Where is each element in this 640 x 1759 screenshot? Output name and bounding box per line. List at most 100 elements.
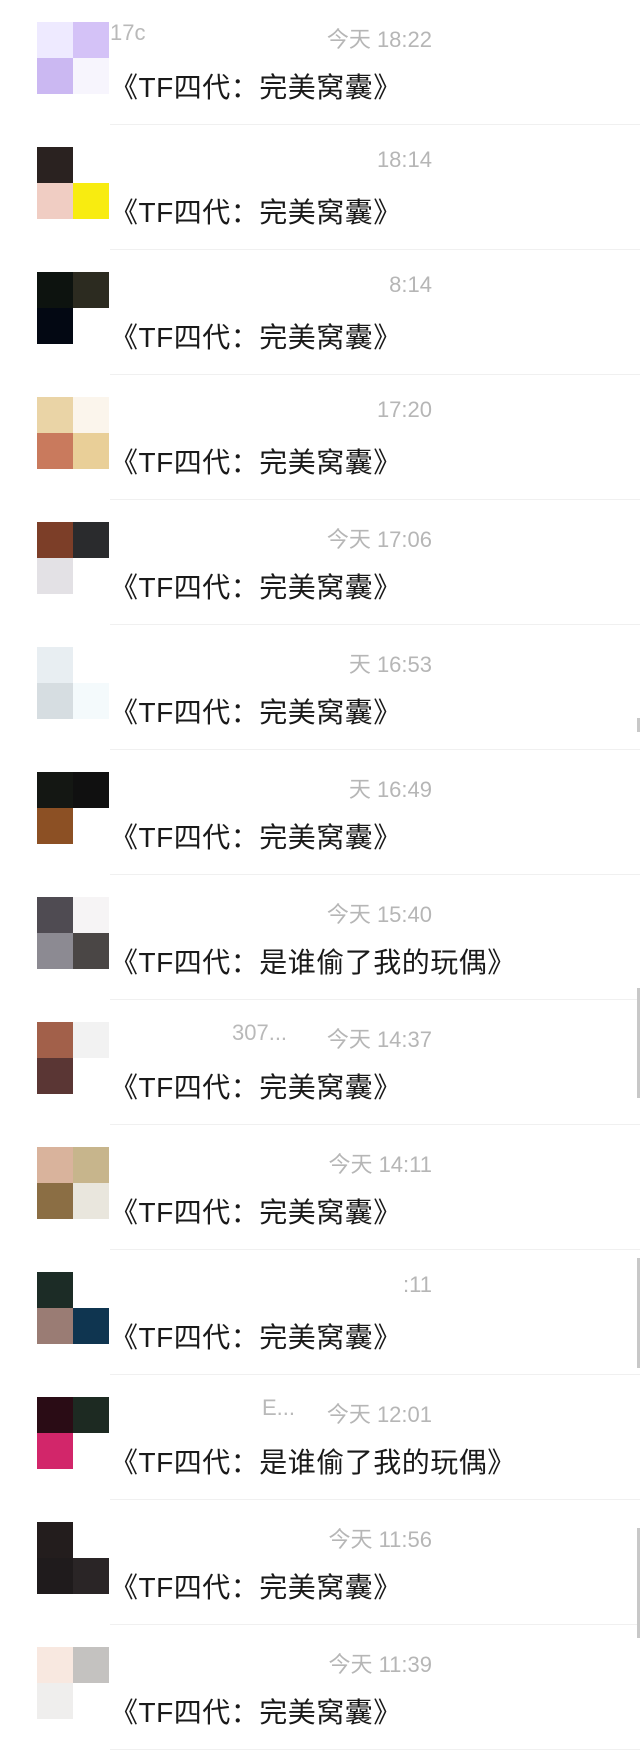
avatar-tile — [37, 1308, 73, 1344]
avatar-tile — [37, 1558, 73, 1594]
avatar-tile — [37, 933, 73, 969]
avatar-tile — [73, 58, 109, 94]
avatar-tile — [73, 1522, 109, 1558]
avatar[interactable] — [37, 272, 109, 344]
conversation-item[interactable]: 天 16:49 《TF四代：完美窝囊》 — [0, 750, 640, 875]
message-preview: 《TF四代：是谁偷了我的玩偶》 — [110, 1447, 516, 1478]
conversation-item[interactable]: 307... 今天 14:37 《TF四代：完美窝囊》 — [0, 1000, 640, 1125]
avatar-tile — [73, 1183, 109, 1219]
avatar[interactable] — [37, 1522, 109, 1594]
avatar-tile — [37, 1272, 73, 1308]
avatar[interactable] — [37, 647, 109, 719]
avatar-tile — [37, 558, 73, 594]
avatar-tile — [73, 1433, 109, 1469]
avatar-tile — [37, 808, 73, 844]
conversation-item[interactable]: 17c 今天 18:22 《TF四代：完美窝囊》 — [0, 0, 640, 125]
avatar-tile — [37, 272, 73, 308]
conversation-item[interactable]: 今天 14:11 《TF四代：完美窝囊》 — [0, 1125, 640, 1250]
conversation-item[interactable]: 今天 11:56 《TF四代：完美窝囊》 — [0, 1500, 640, 1625]
message-time: 今天 15:40 — [326, 902, 432, 927]
avatar-tile — [37, 1683, 73, 1719]
conversation-item[interactable]: 今天 15:40 《TF四代：是谁偷了我的玩偶》 — [0, 875, 640, 1000]
avatar-tile — [37, 58, 73, 94]
conversation-item[interactable]: 17:20 《TF四代：完美窝囊》 — [0, 375, 640, 500]
avatar-tile — [37, 1183, 73, 1219]
avatar[interactable] — [37, 1272, 109, 1344]
message-time: 今天 12:01 — [326, 1402, 432, 1427]
avatar-tile — [73, 933, 109, 969]
avatar[interactable] — [37, 772, 109, 844]
avatar[interactable] — [37, 397, 109, 469]
conversation-list: 17c 今天 18:22 《TF四代：完美窝囊》 18:14 《TF四代：完美窝… — [0, 0, 640, 1759]
avatar[interactable] — [37, 1022, 109, 1094]
message-time: 今天 14:37 — [326, 1027, 432, 1052]
message-time: 8:14 — [389, 272, 432, 297]
avatar-tile — [37, 647, 73, 683]
avatar-tile — [37, 1522, 73, 1558]
conversation-item[interactable]: 天 16:53 《TF四代：完美窝囊》 — [0, 625, 640, 750]
message-preview: 《TF四代：完美窝囊》 — [110, 822, 402, 853]
avatar-tile — [37, 683, 73, 719]
message-preview: 《TF四代：完美窝囊》 — [110, 1072, 402, 1103]
avatar[interactable] — [37, 897, 109, 969]
avatar-tile — [73, 147, 109, 183]
message-time: 今天 11:39 — [328, 1652, 432, 1677]
message-time: 17:20 — [376, 397, 432, 422]
message-preview: 《TF四代：完美窝囊》 — [110, 447, 402, 478]
avatar-tile — [37, 522, 73, 558]
avatar-tile — [37, 1058, 73, 1094]
avatar[interactable] — [37, 22, 109, 94]
avatar-tile — [37, 397, 73, 433]
avatar-tile — [73, 808, 109, 844]
message-preview: 《TF四代：完美窝囊》 — [110, 1197, 402, 1228]
avatar-tile — [37, 147, 73, 183]
avatar-tile — [73, 683, 109, 719]
avatar-tile — [73, 1308, 109, 1344]
avatar-tile — [37, 772, 73, 808]
avatar[interactable] — [37, 1397, 109, 1469]
avatar-tile — [73, 272, 109, 308]
message-time: 今天 14:11 — [328, 1152, 432, 1177]
avatar[interactable] — [37, 522, 109, 594]
message-time: 天 16:49 — [348, 777, 432, 802]
avatar[interactable] — [37, 147, 109, 219]
avatar-tile — [37, 1397, 73, 1433]
avatar[interactable] — [37, 1647, 109, 1719]
avatar-tile — [73, 897, 109, 933]
avatar[interactable] — [37, 1147, 109, 1219]
message-time: 18:14 — [376, 147, 432, 172]
conversation-item[interactable]: E... 今天 12:01 《TF四代：是谁偷了我的玩偶》 — [0, 1375, 640, 1500]
avatar-tile — [37, 1147, 73, 1183]
message-preview: 《TF四代：完美窝囊》 — [110, 1697, 402, 1728]
conversation-item[interactable]: 8:14 《TF四代：完美窝囊》 — [0, 250, 640, 375]
avatar-tile — [73, 647, 109, 683]
avatar-tile — [73, 558, 109, 594]
avatar-tile — [37, 183, 73, 219]
message-time: 今天 11:56 — [328, 1527, 432, 1552]
message-time: 今天 17:06 — [326, 527, 432, 552]
avatar-tile — [37, 308, 73, 344]
avatar-tile — [37, 1022, 73, 1058]
conversation-item[interactable]: 今天 11:39 《TF四代：完美窝囊》 — [0, 1625, 640, 1750]
message-preview: 《TF四代：完美窝囊》 — [110, 1322, 402, 1353]
conversation-item[interactable]: 18:14 《TF四代：完美窝囊》 — [0, 125, 640, 250]
conversation-item[interactable]: :11 《TF四代：完美窝囊》 — [0, 1250, 640, 1375]
avatar-tile — [73, 522, 109, 558]
avatar-tile — [37, 897, 73, 933]
avatar-tile — [73, 1272, 109, 1308]
avatar-tile — [73, 1397, 109, 1433]
avatar-tile — [73, 433, 109, 469]
avatar-tile — [37, 1647, 73, 1683]
avatar-tile — [73, 183, 109, 219]
message-preview: 《TF四代：完美窝囊》 — [110, 322, 402, 353]
conversation-item[interactable]: 今天 17:06 《TF四代：完美窝囊》 — [0, 500, 640, 625]
avatar-tile — [37, 22, 73, 58]
message-preview: 《TF四代：完美窝囊》 — [110, 572, 402, 603]
message-time: :11 — [403, 1272, 432, 1297]
avatar-tile — [73, 1647, 109, 1683]
message-preview: 《TF四代：完美窝囊》 — [110, 1572, 402, 1603]
avatar-tile — [73, 397, 109, 433]
message-preview: 《TF四代：完美窝囊》 — [110, 197, 402, 228]
avatar-tile — [73, 772, 109, 808]
message-time: 天 16:53 — [348, 652, 432, 677]
